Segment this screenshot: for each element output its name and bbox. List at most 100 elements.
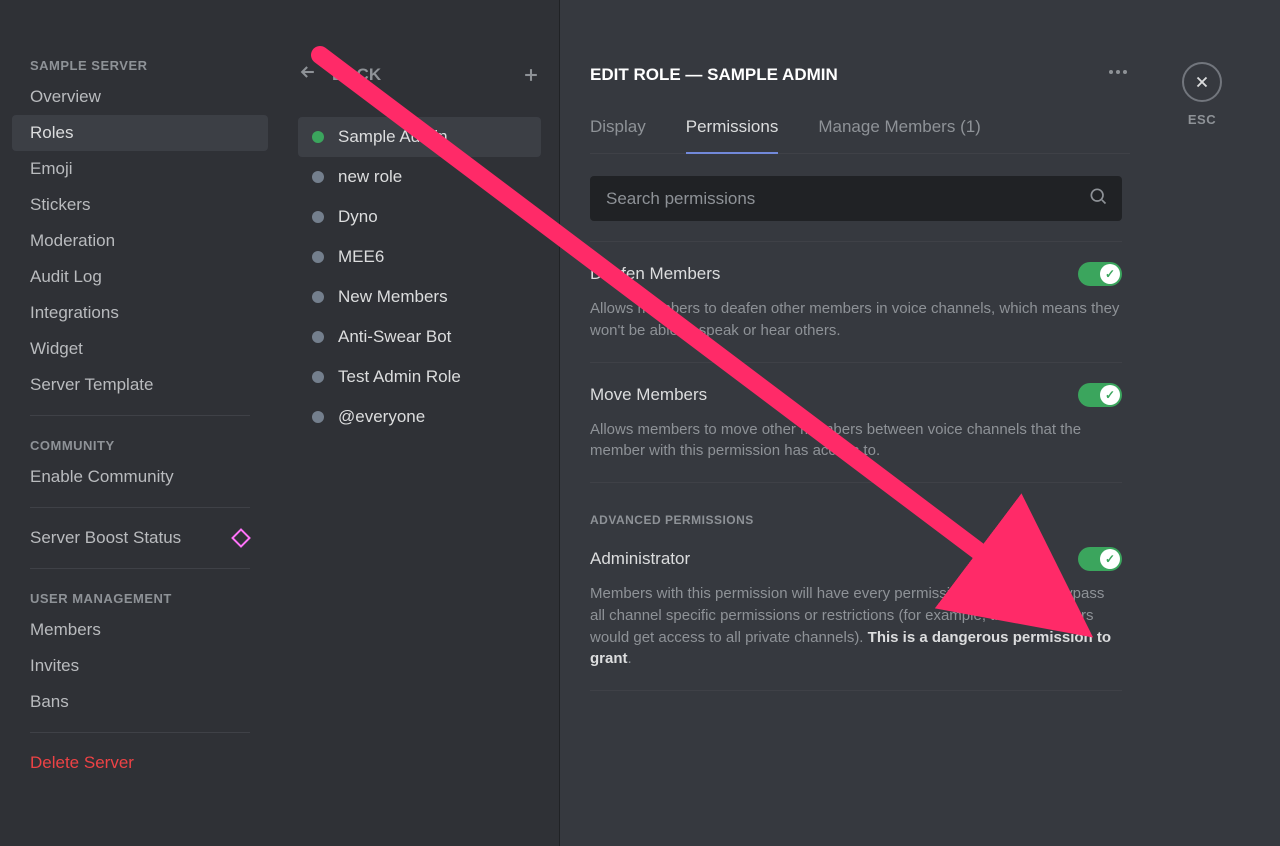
permission-description: Allows members to deafen other members i… <box>590 298 1122 342</box>
search-permissions-input[interactable] <box>604 188 1088 210</box>
arrow-left-icon <box>298 62 318 87</box>
role-item-anti-swear-bot[interactable]: Anti-Swear Bot <box>298 317 541 357</box>
sidebar-item-delete-server[interactable]: Delete Server <box>12 745 268 781</box>
sidebar-item-integrations[interactable]: Integrations <box>12 295 268 331</box>
sidebar-item-overview[interactable]: Overview <box>12 79 268 115</box>
permission-desc-text: . <box>628 650 632 667</box>
edit-role-panel: EDIT ROLE — SAMPLE ADMIN Display Permiss… <box>560 0 1280 846</box>
role-name: Dyno <box>338 207 378 227</box>
role-color-dot-icon <box>312 411 324 423</box>
permission-description: Members with this permission will have e… <box>590 583 1122 670</box>
sidebar-item-invites[interactable]: Invites <box>12 648 268 684</box>
edit-role-title: EDIT ROLE — SAMPLE ADMIN <box>590 65 838 85</box>
role-item-test-admin-role[interactable]: Test Admin Role <box>298 357 541 397</box>
permission-title: Deafen Members <box>590 264 720 284</box>
role-item-new-role[interactable]: new role <box>298 157 541 197</box>
ellipsis-icon <box>1106 60 1130 84</box>
sidebar-item-label: Emoji <box>30 159 73 179</box>
role-color-dot-icon <box>312 171 324 183</box>
sidebar-item-emoji[interactable]: Emoji <box>12 151 268 187</box>
sidebar-item-roles[interactable]: Roles <box>12 115 268 151</box>
sidebar-item-label: Moderation <box>30 231 115 251</box>
role-item-new-members[interactable]: New Members <box>298 277 541 317</box>
esc-label: ESC <box>1188 112 1216 127</box>
close-settings: ESC <box>1182 62 1222 127</box>
sidebar-item-label: Audit Log <box>30 267 102 287</box>
permission-administrator: Administrator Members with this permissi… <box>590 547 1122 670</box>
role-item-mee6[interactable]: MEE6 <box>298 237 541 277</box>
role-list-column: BACK Sample Admin new role Dyno MEE6 New… <box>280 0 560 846</box>
add-role-button[interactable] <box>521 65 541 85</box>
role-item-dyno[interactable]: Dyno <box>298 197 541 237</box>
close-icon <box>1193 73 1211 91</box>
role-name: new role <box>338 167 402 187</box>
role-name: @everyone <box>338 407 425 427</box>
role-color-dot-icon <box>312 331 324 343</box>
permission-list: Deafen Members Allows members to deafen … <box>590 241 1122 691</box>
search-icon <box>1088 186 1108 211</box>
sidebar-divider <box>30 507 250 508</box>
sidebar-item-label: Delete Server <box>30 753 134 773</box>
tab-manage-members[interactable]: Manage Members (1) <box>818 117 981 153</box>
role-color-dot-icon <box>312 371 324 383</box>
sidebar-item-server-template[interactable]: Server Template <box>12 367 268 403</box>
sidebar-item-label: Widget <box>30 339 83 359</box>
sidebar-item-server-boost[interactable]: Server Boost Status <box>12 520 268 556</box>
boost-gem-icon <box>231 528 251 548</box>
sidebar-item-label: Invites <box>30 656 79 676</box>
permission-move-members: Move Members Allows members to move othe… <box>590 383 1122 463</box>
role-item-everyone[interactable]: @everyone <box>298 397 541 437</box>
toggle-move-members[interactable] <box>1078 383 1122 407</box>
sidebar-divider <box>30 568 250 569</box>
sidebar-item-enable-community[interactable]: Enable Community <box>12 459 268 495</box>
sidebar-item-label: Members <box>30 620 101 640</box>
sidebar-divider <box>30 732 250 733</box>
search-permissions[interactable] <box>590 176 1122 221</box>
user-management-header: USER MANAGEMENT <box>12 581 268 612</box>
role-color-dot-icon <box>312 211 324 223</box>
community-header: COMMUNITY <box>12 428 268 459</box>
tab-display[interactable]: Display <box>590 117 646 153</box>
tab-permissions[interactable]: Permissions <box>686 117 779 153</box>
sidebar-item-moderation[interactable]: Moderation <box>12 223 268 259</box>
permission-divider <box>590 241 1122 242</box>
permission-divider <box>590 690 1122 691</box>
close-button[interactable] <box>1182 62 1222 102</box>
sidebar-item-label: Integrations <box>30 303 119 323</box>
more-options-button[interactable] <box>1106 60 1130 89</box>
permission-title: Move Members <box>590 385 707 405</box>
sidebar-item-bans[interactable]: Bans <box>12 684 268 720</box>
plus-icon <box>521 65 541 85</box>
role-editor-tabs: Display Permissions Manage Members (1) <box>590 117 1130 154</box>
sidebar-divider <box>30 415 250 416</box>
sidebar-item-widget[interactable]: Widget <box>12 331 268 367</box>
sidebar-item-members[interactable]: Members <box>12 612 268 648</box>
permission-divider <box>590 482 1122 483</box>
permission-description: Allows members to move other members bet… <box>590 419 1122 463</box>
permission-divider <box>590 362 1122 363</box>
role-name: Test Admin Role <box>338 367 461 387</box>
toggle-administrator[interactable] <box>1078 547 1122 571</box>
role-color-dot-icon <box>312 251 324 263</box>
role-name: MEE6 <box>338 247 384 267</box>
sidebar-item-label: Enable Community <box>30 467 174 487</box>
back-label: BACK <box>332 65 381 85</box>
role-name: Sample Admin <box>338 127 448 147</box>
sidebar-item-label: Stickers <box>30 195 90 215</box>
permission-deafen-members: Deafen Members Allows members to deafen … <box>590 262 1122 342</box>
sidebar-item-audit-log[interactable]: Audit Log <box>12 259 268 295</box>
role-color-dot-icon <box>312 131 324 143</box>
permission-title: Administrator <box>590 549 690 569</box>
role-name: Anti-Swear Bot <box>338 327 451 347</box>
sidebar-item-label: Server Template <box>30 375 153 395</box>
role-name: New Members <box>338 287 448 307</box>
server-settings-sidebar: SAMPLE SERVER Overview Roles Emoji Stick… <box>0 0 280 846</box>
section-advanced-permissions: ADVANCED PERMISSIONS <box>590 513 1122 527</box>
sidebar-item-label: Server Boost Status <box>30 528 181 548</box>
role-item-sample-admin[interactable]: Sample Admin <box>298 117 541 157</box>
sidebar-item-stickers[interactable]: Stickers <box>12 187 268 223</box>
sidebar-item-label: Bans <box>30 692 69 712</box>
role-color-dot-icon <box>312 291 324 303</box>
back-button[interactable]: BACK <box>298 62 381 87</box>
toggle-deafen-members[interactable] <box>1078 262 1122 286</box>
